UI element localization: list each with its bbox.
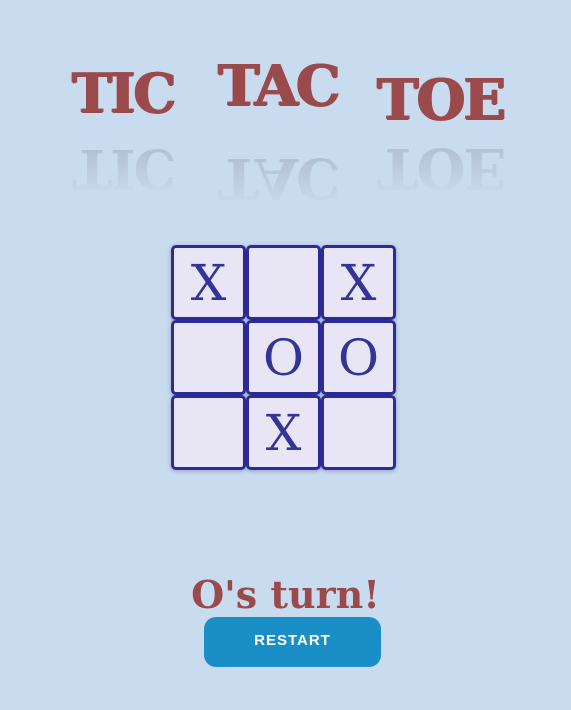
title-reflection-toe: TOE <box>377 135 505 201</box>
turn-status: O's turn! <box>191 572 380 617</box>
board-cell-7[interactable] <box>171 395 246 470</box>
title-word-tic: TIC <box>72 61 176 125</box>
board-cell-2[interactable] <box>246 245 321 320</box>
board-cell-5[interactable]: O <box>246 320 321 395</box>
title-reflection-tic: TIC <box>72 137 175 201</box>
title-reflection-tac: TAC <box>218 145 339 211</box>
board-cell-4[interactable] <box>171 320 246 395</box>
game-board: X X O O X <box>171 245 397 470</box>
board-cell-3[interactable]: X <box>321 245 396 320</box>
title-word-toe: TOE <box>377 67 506 133</box>
board-cell-1[interactable]: X <box>171 245 246 320</box>
board-cell-6[interactable]: O <box>321 320 396 395</box>
board-cell-9[interactable] <box>321 395 396 470</box>
title-word-tac: TAC <box>218 53 341 119</box>
board-cell-8[interactable]: X <box>246 395 321 470</box>
restart-button[interactable]: RESTART <box>204 617 381 667</box>
